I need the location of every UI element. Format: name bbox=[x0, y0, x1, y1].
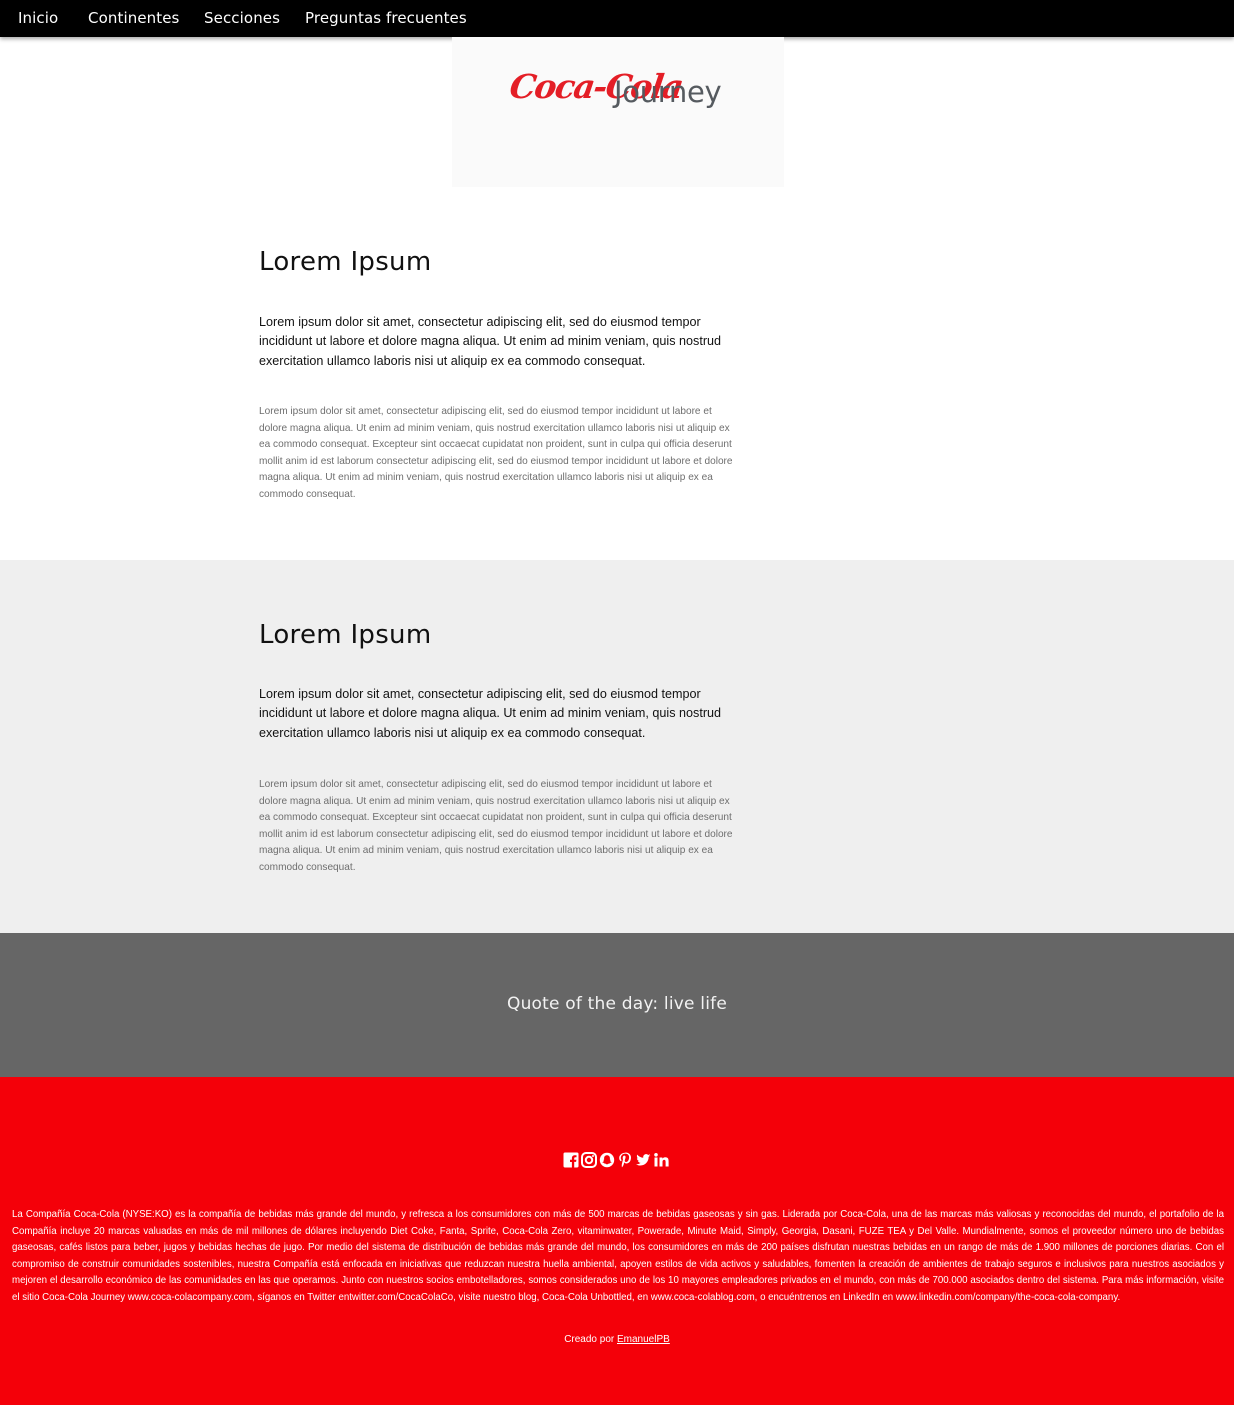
top-navigation: Inicio Continentes Secciones Preguntas f… bbox=[0, 0, 1234, 37]
credit-line: Creado por EmanuelPB bbox=[0, 1334, 1234, 1345]
pinterest-icon[interactable] bbox=[616, 1151, 634, 1169]
credit-prefix: Creado por bbox=[564, 1334, 615, 1345]
logo-journey-text: Journey bbox=[614, 75, 722, 109]
section-body-paragraph: Lorem ipsum dolor sit amet, consectetur … bbox=[259, 779, 733, 873]
facebook-icon[interactable] bbox=[562, 1151, 580, 1169]
quote-text: Quote of the day: live life bbox=[506, 994, 727, 1014]
nav-link-inicio[interactable]: Inicio bbox=[18, 0, 58, 37]
quote-of-the-day-band: Quote of the day: live life bbox=[0, 933, 1234, 1077]
company-about-text: La Compañía Coca-Cola (NYSE:KO) es la co… bbox=[12, 1209, 1224, 1303]
snapchat-icon[interactable] bbox=[598, 1151, 616, 1169]
section-lead-paragraph: Lorem ipsum dolor sit amet, consectetur … bbox=[259, 687, 722, 740]
section-title: Lorem Ipsum bbox=[259, 247, 432, 277]
instagram-icon[interactable] bbox=[580, 1151, 598, 1169]
section-lead-paragraph: Lorem ipsum dolor sit amet, consectetur … bbox=[259, 315, 722, 368]
linkedin-icon[interactable] bbox=[652, 1151, 670, 1169]
nav-link-preguntas-frecuentes[interactable]: Preguntas frecuentes bbox=[305, 0, 467, 37]
nav-link-continentes[interactable]: Continentes bbox=[88, 0, 179, 37]
content-section-1: Lorem Ipsum Lorem ipsum dolor sit amet, … bbox=[0, 187, 1234, 560]
section-body-paragraph: Lorem ipsum dolor sit amet, consectetur … bbox=[259, 406, 733, 500]
section-title: Lorem Ipsum bbox=[259, 620, 432, 650]
social-links bbox=[562, 1151, 670, 1169]
footer: La Compañía Coca-Cola (NYSE:KO) es la co… bbox=[0, 1077, 1234, 1405]
twitter-icon[interactable] bbox=[634, 1151, 652, 1169]
content-section-2: Lorem Ipsum Lorem ipsum dolor sit amet, … bbox=[0, 560, 1234, 933]
coca-cola-journey-logo: Coca-Cola Journey bbox=[452, 37, 784, 187]
author-link[interactable]: EmanuelPB bbox=[617, 1334, 670, 1345]
nav-link-secciones[interactable]: Secciones bbox=[204, 0, 280, 37]
